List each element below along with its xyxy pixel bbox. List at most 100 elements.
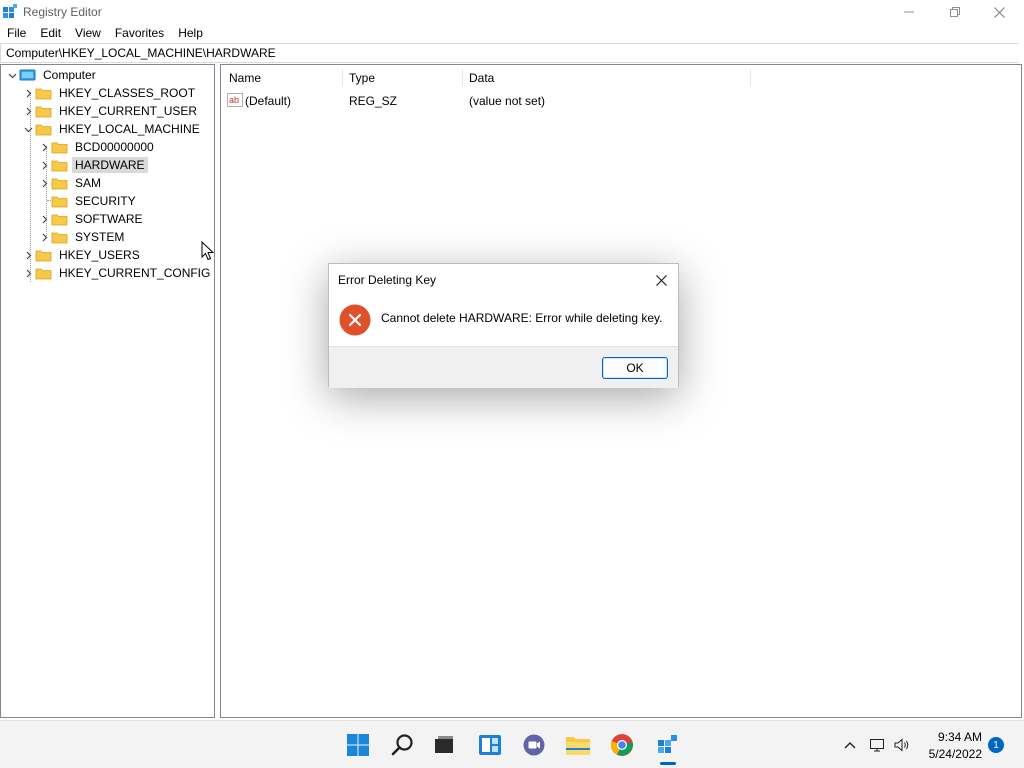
minimize-button[interactable] — [886, 0, 932, 24]
tree-label: HKEY_USERS — [59, 248, 140, 262]
value-name[interactable]: (Default) — [245, 93, 291, 109]
title-bar: Registry Editor — [0, 0, 1024, 24]
tree-item-hkey-current-config[interactable]: HKEY_CURRENT_CONFIG — [21, 264, 213, 282]
tree-item-hkey-current-user[interactable]: HKEY_CURRENT_USER — [21, 102, 200, 120]
chevron-up-icon — [844, 742, 856, 749]
chrome-icon — [610, 734, 633, 756]
tree-label: BCD00000000 — [75, 140, 154, 154]
tree-item-security[interactable]: SECURITY — [37, 192, 139, 210]
tree-label: SECURITY — [75, 194, 136, 208]
volume-button[interactable] — [892, 735, 912, 755]
menu-help[interactable]: Help — [171, 24, 210, 42]
regedit-icon — [658, 735, 677, 753]
widgets-icon — [479, 735, 501, 755]
tree-label: HKEY_LOCAL_MACHINE — [59, 122, 200, 136]
chevron-down-icon[interactable] — [21, 120, 35, 138]
menu-view[interactable]: View — [68, 24, 108, 42]
regedit-taskbar-button[interactable] — [654, 731, 682, 759]
taskbar: 9:34 AM 5/24/2022 1 — [0, 720, 1024, 768]
chevron-right-icon[interactable] — [37, 156, 51, 174]
menu-file[interactable]: File — [0, 24, 33, 42]
chevron-down-icon[interactable] — [5, 66, 19, 84]
minimize-icon — [904, 11, 914, 13]
search-icon — [391, 734, 413, 756]
address-bar[interactable]: Computer\HKEY_LOCAL_MACHINE\HARDWARE — [0, 43, 1018, 63]
folder-icon — [35, 250, 52, 261]
volume-icon — [894, 738, 909, 752]
task-view-icon — [435, 736, 453, 753]
dialog-message: Cannot delete HARDWARE: Error while dele… — [381, 311, 663, 325]
tree-item-bcd00000000[interactable]: BCD00000000 — [37, 138, 157, 156]
folder-icon — [51, 160, 68, 171]
widgets-button[interactable] — [476, 731, 504, 759]
chevron-right-icon[interactable] — [37, 210, 51, 228]
taskbar-search-button[interactable] — [389, 731, 417, 759]
tree-label: Computer — [43, 68, 96, 82]
folder-open-icon — [35, 124, 52, 135]
chrome-button[interactable] — [608, 731, 636, 759]
network-button[interactable] — [868, 735, 888, 755]
show-hidden-icons-button[interactable] — [840, 735, 860, 755]
tree-label: HKEY_CURRENT_USER — [59, 104, 198, 118]
folder-icon — [51, 178, 68, 189]
notification-badge[interactable]: 1 — [988, 737, 1004, 753]
ok-button[interactable]: OK — [602, 357, 668, 379]
folder-icon — [35, 268, 52, 279]
task-view-button[interactable] — [430, 731, 458, 759]
mouse-cursor-icon — [201, 241, 215, 261]
tree-label: HKEY_CLASSES_ROOT — [59, 86, 196, 100]
chevron-right-icon[interactable] — [21, 264, 35, 282]
value-data: (value not set) — [469, 94, 546, 108]
svg-text:ab: ab — [229, 95, 239, 105]
value-list[interactable]: Name Type Data ab (Default) REG_SZ (valu… — [220, 64, 1022, 718]
column-header-type[interactable]: Type — [343, 69, 463, 87]
value-type: REG_SZ — [349, 94, 398, 108]
tree-item-computer[interactable]: Computer — [5, 66, 99, 84]
chat-icon — [523, 734, 545, 756]
tree-item-hkey-local-machine[interactable]: HKEY_LOCAL_MACHINE — [21, 120, 203, 138]
close-icon — [655, 274, 667, 286]
folder-icon — [35, 106, 52, 117]
menu-edit[interactable]: Edit — [33, 24, 68, 42]
tree-item-hkey-users[interactable]: HKEY_USERS — [21, 246, 143, 264]
clock-date[interactable]: 5/24/2022 — [920, 747, 982, 761]
chevron-right-icon[interactable] — [21, 246, 35, 264]
clock-time[interactable]: 9:34 AM — [920, 730, 982, 744]
start-icon — [347, 734, 369, 756]
chevron-right-icon[interactable] — [37, 174, 51, 192]
tree-item-hkey-classes-root[interactable]: HKEY_CLASSES_ROOT — [21, 84, 198, 102]
tree-label: SAM — [75, 176, 102, 190]
computer-icon — [19, 69, 36, 80]
folder-icon — [51, 214, 68, 225]
close-icon — [993, 6, 1005, 18]
chevron-right-icon[interactable] — [21, 102, 35, 120]
column-header-data[interactable]: Data — [463, 69, 751, 87]
chevron-right-icon[interactable] — [21, 84, 35, 102]
string-value-icon: ab — [227, 93, 243, 107]
tree-label: HKEY_CURRENT_CONFIG — [59, 266, 211, 280]
maximize-icon — [950, 7, 960, 17]
menu-favorites[interactable]: Favorites — [108, 24, 171, 42]
folder-icon — [35, 88, 52, 99]
column-header-name[interactable]: Name — [223, 69, 343, 87]
chevron-right-icon[interactable] — [37, 228, 51, 246]
folder-icon — [51, 196, 68, 207]
key-tree[interactable]: Computer HKEY_CLASSES_ROOT HKEY_CURRENT_… — [0, 64, 215, 718]
tree-item-system[interactable]: SYSTEM — [37, 228, 127, 246]
tree-item-hardware[interactable]: HARDWARE — [37, 156, 148, 174]
folder-icon — [51, 142, 68, 153]
network-icon — [870, 739, 884, 752]
chevron-right-icon[interactable] — [37, 138, 51, 156]
file-explorer-icon — [566, 737, 590, 755]
window-title: Registry Editor — [23, 5, 102, 19]
regedit-icon — [3, 4, 17, 18]
start-button[interactable] — [344, 731, 372, 759]
tree-item-sam[interactable]: SAM — [37, 174, 104, 192]
tree-item-software[interactable]: SOFTWARE — [37, 210, 146, 228]
chat-button[interactable] — [520, 731, 548, 759]
dialog-close-button[interactable] — [651, 270, 671, 290]
file-explorer-button[interactable] — [564, 731, 592, 759]
maximize-button[interactable] — [932, 0, 978, 24]
close-button[interactable] — [976, 0, 1022, 24]
error-dialog: Error Deleting Key Cannot delete HARDWAR… — [328, 263, 679, 388]
